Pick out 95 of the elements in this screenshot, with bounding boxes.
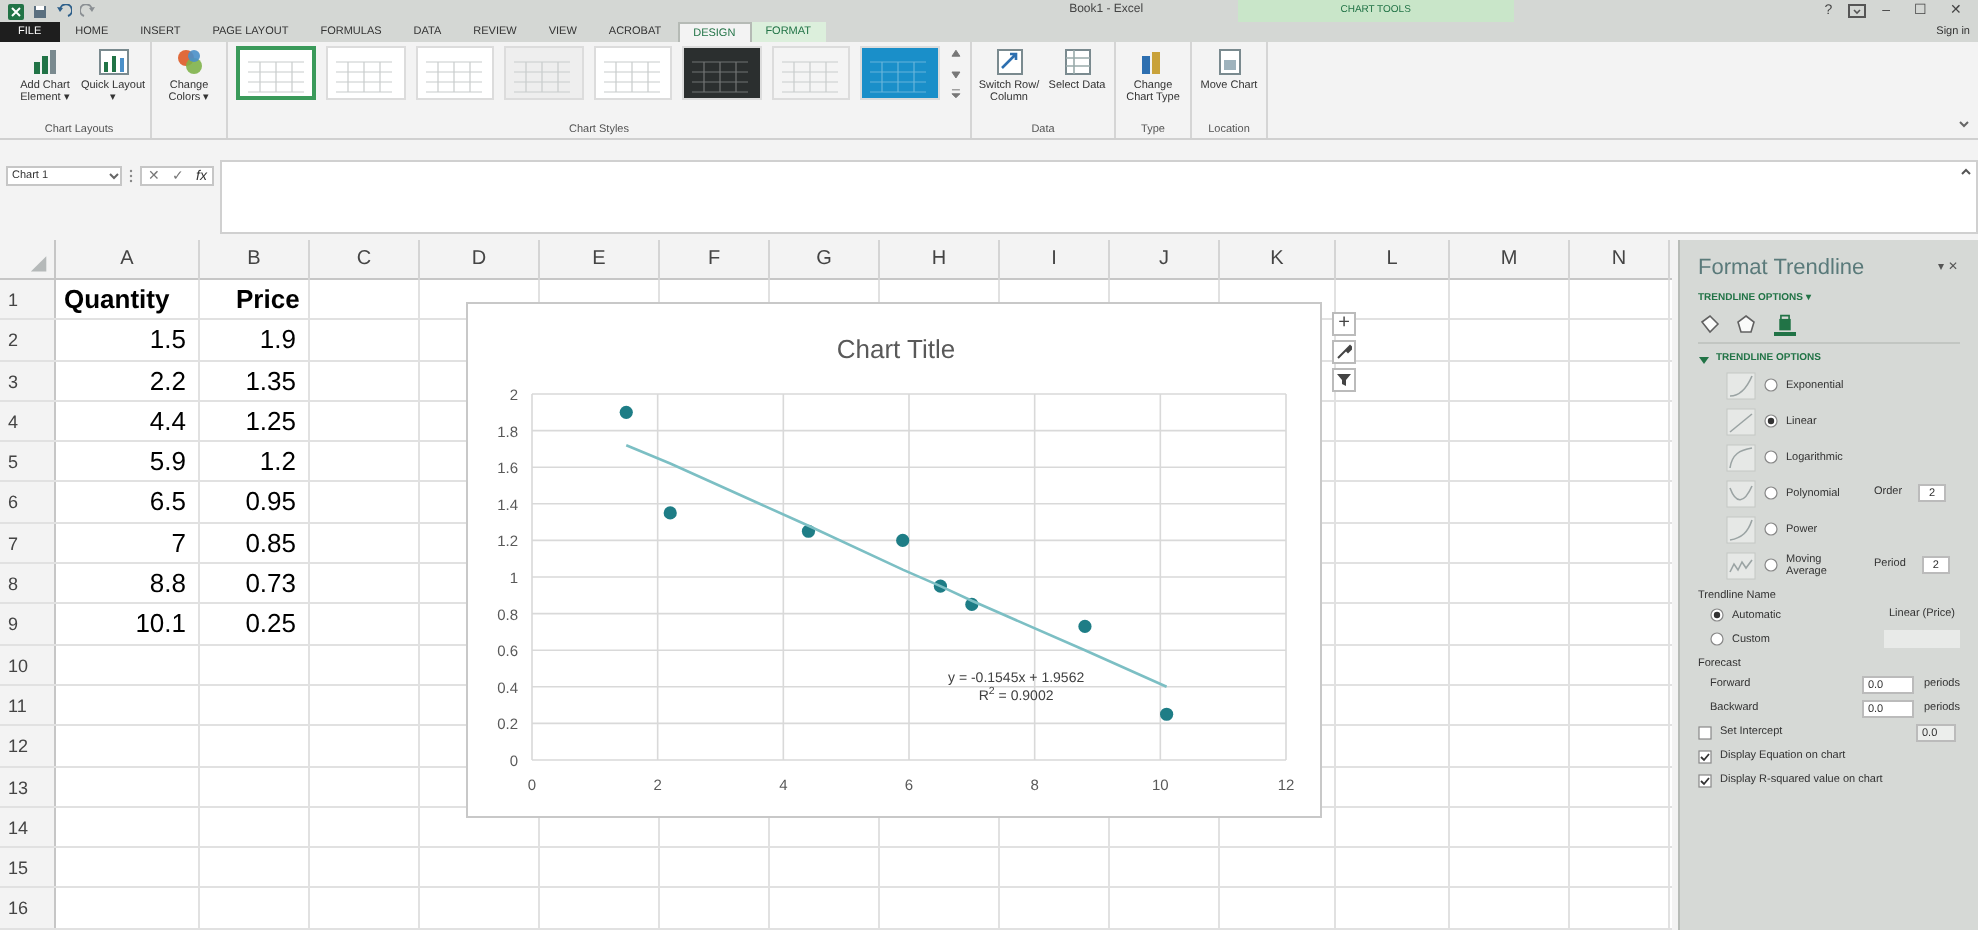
column-header[interactable]: G [770, 240, 880, 280]
table-cell-text: 1.25 [245, 403, 298, 440]
row-header[interactable]: 14 [0, 807, 56, 847]
expand-formula-bar-icon[interactable] [1960, 166, 1972, 178]
radio-button[interactable] [1710, 632, 1724, 647]
table-cell-text: 2.2 [149, 363, 188, 399]
column-header[interactable]: C [310, 240, 420, 280]
column-header[interactable]: F [660, 240, 770, 280]
column-header[interactable]: N [1570, 240, 1670, 280]
table-cell-text: 0.73 [245, 565, 298, 602]
column-header[interactable]: L [1336, 240, 1450, 280]
filter-icon [1336, 372, 1352, 388]
column-header[interactable]: M [1450, 240, 1570, 280]
column-header[interactable]: D [420, 240, 540, 280]
radio-button[interactable] [1764, 450, 1778, 464]
row-header[interactable]: 9 [0, 604, 56, 644]
row-header[interactable]: 2 [0, 320, 56, 360]
row-header[interactable]: 16 [0, 888, 56, 928]
row-header[interactable]: 6 [0, 482, 56, 522]
column-header[interactable]: E [540, 240, 660, 280]
trendline-type-icon [1726, 407, 1756, 435]
chart-title[interactable]: Chart Title [836, 334, 956, 364]
checkbox[interactable] [1698, 725, 1712, 739]
grip-icon [128, 168, 134, 184]
row-header[interactable]: 13 [0, 767, 56, 806]
data-point[interactable] [1078, 619, 1092, 633]
table-cell-text: 6.5 [149, 484, 188, 521]
data-point[interactable] [965, 597, 979, 612]
trendline-type-icon [1726, 371, 1756, 399]
column-heading: Price [234, 281, 300, 318]
gallery-scroll-icon[interactable] [950, 46, 962, 102]
radio-button[interactable] [1710, 608, 1724, 623]
expand-triangle-icon[interactable] [1698, 353, 1710, 366]
table-cell-text: 1.35 [245, 363, 298, 399]
row-header[interactable]: 5 [0, 442, 56, 481]
table-cell-text: 10.1 [135, 606, 188, 643]
chart-style-thumbnail[interactable] [236, 46, 316, 100]
chart-filters-button[interactable] [1332, 368, 1356, 392]
trendline-type-icon [1726, 443, 1756, 471]
chart-styles-button[interactable] [1332, 340, 1356, 364]
column-header[interactable]: A [56, 240, 200, 280]
table-cell-text: 7 [171, 525, 188, 562]
table-cell-text: 8.8 [149, 565, 188, 602]
pane-title: Format Trendline [1698, 254, 1867, 284]
column-header[interactable]: J [1110, 240, 1220, 280]
radio-button[interactable] [1764, 522, 1778, 536]
formula-input[interactable] [220, 160, 1978, 234]
data-point[interactable] [933, 579, 947, 593]
trendline-type-icon [1726, 479, 1756, 507]
row-header[interactable]: 10 [0, 645, 56, 684]
column-header[interactable]: K [1220, 240, 1336, 280]
column-heading: Quantity [62, 281, 170, 318]
pentagon-icon[interactable] [1736, 314, 1758, 336]
undo-icon[interactable] [56, 3, 72, 19]
ribbon-display-options-icon[interactable] [1848, 4, 1867, 18]
trendline-type-icon [1726, 551, 1756, 579]
row-header[interactable]: 4 [0, 401, 56, 441]
table-cell-text: 1.5 [149, 322, 188, 359]
table-cell-text: 0.25 [245, 606, 298, 643]
chart-element-icon [29, 46, 61, 78]
table-cell-text: 4.4 [149, 403, 188, 440]
column-header[interactable]: H [880, 240, 1000, 280]
checkbox[interactable] [1698, 749, 1712, 763]
radio-button[interactable] [1764, 558, 1778, 572]
row-header[interactable]: 11 [0, 685, 56, 725]
data-point[interactable] [1160, 707, 1174, 721]
row-header[interactable]: 15 [0, 848, 56, 887]
excel-logo-icon[interactable] [8, 3, 24, 19]
radio-button[interactable] [1764, 486, 1778, 500]
radio-button[interactable] [1764, 414, 1778, 428]
table-cell-text: 1.2 [259, 444, 298, 481]
table-cell-text: 0.85 [245, 525, 298, 562]
table-cell-text: 0.95 [245, 484, 298, 521]
save-icon[interactable] [32, 3, 48, 19]
row-header[interactable]: 7 [0, 523, 56, 563]
dropdown-caret-icon[interactable] [108, 170, 120, 182]
brush-icon [1336, 344, 1352, 360]
column-header[interactable]: B [200, 240, 310, 280]
trendline-type-icon [1726, 515, 1756, 543]
table-cell-text: 5.9 [149, 444, 188, 481]
column-header[interactable]: I [1000, 240, 1110, 280]
data-point[interactable] [896, 533, 910, 547]
radio-button[interactable] [1764, 378, 1778, 392]
table-cell-text: 1.9 [259, 322, 298, 359]
data-point[interactable] [619, 405, 633, 419]
checkbox[interactable] [1698, 773, 1712, 787]
data-point[interactable] [663, 506, 677, 520]
collapse-ribbon-icon[interactable] [1958, 118, 1970, 130]
row-header[interactable]: 8 [0, 564, 56, 603]
color-palette-icon [173, 46, 205, 78]
row-header[interactable]: 12 [0, 726, 56, 766]
row-header[interactable]: 1 [0, 280, 56, 319]
chart-elements-button[interactable]: + [1332, 312, 1356, 336]
row-header[interactable]: 3 [0, 361, 56, 400]
data-point[interactable] [801, 524, 816, 538]
